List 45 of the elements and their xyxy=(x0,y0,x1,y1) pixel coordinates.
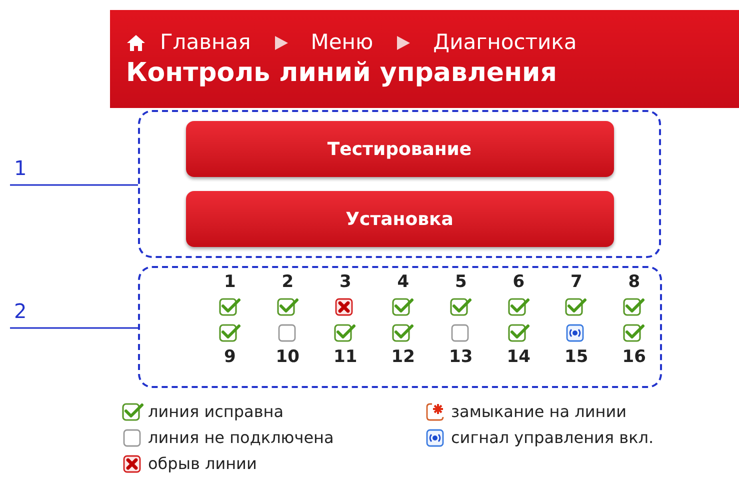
line-number: 15 xyxy=(564,349,588,366)
legend-label: линия исправна xyxy=(148,401,284,423)
line-number: 4 xyxy=(397,274,410,291)
legend-label: замыкание на линии xyxy=(451,401,627,423)
check-icon xyxy=(122,402,144,422)
check-icon xyxy=(218,297,241,317)
arrow-icon xyxy=(395,34,412,50)
breadcrumb-link[interactable]: Диагностика xyxy=(433,32,577,53)
callout-number: 2 xyxy=(14,301,27,321)
check-icon xyxy=(623,323,646,343)
legend-label: обрыв линии xyxy=(148,453,257,475)
line-number: 11 xyxy=(334,349,358,366)
check-icon xyxy=(334,323,356,343)
line-number: 1 xyxy=(224,274,236,291)
check-icon xyxy=(392,323,414,343)
check-icon xyxy=(276,297,299,317)
legend-label: сигнал управления вкл. xyxy=(451,427,654,449)
page-title: Контроль линий управления xyxy=(126,57,558,90)
line-number: 10 xyxy=(276,349,300,366)
line-number: 8 xyxy=(628,274,640,291)
check-icon xyxy=(450,297,472,317)
check-icon xyxy=(508,323,530,343)
action-button[interactable]: Тестирование xyxy=(186,121,614,177)
check-icon xyxy=(565,297,588,317)
line-number: 7 xyxy=(570,274,582,291)
check-icon xyxy=(218,323,241,343)
line-number: 14 xyxy=(506,349,530,366)
arrow-icon xyxy=(272,34,289,50)
line-number: 16 xyxy=(622,349,646,366)
line-number: 3 xyxy=(339,274,352,291)
breadcrumb-link[interactable]: Меню xyxy=(310,32,374,53)
callout-number: 1 xyxy=(14,158,27,178)
line-number: 2 xyxy=(282,274,294,291)
line-number: 9 xyxy=(224,349,236,366)
line-number: 6 xyxy=(512,274,525,291)
action-button[interactable]: Установка xyxy=(186,191,614,247)
legend-label: линия не подключена xyxy=(148,427,334,449)
check-icon xyxy=(392,297,414,317)
line-number: 5 xyxy=(454,274,467,291)
check-icon xyxy=(508,297,530,317)
home-icon xyxy=(126,34,146,52)
check-icon xyxy=(623,297,646,317)
line-number: 13 xyxy=(449,349,473,366)
line-number: 12 xyxy=(391,349,415,366)
breadcrumb-link[interactable]: Главная xyxy=(126,32,251,53)
